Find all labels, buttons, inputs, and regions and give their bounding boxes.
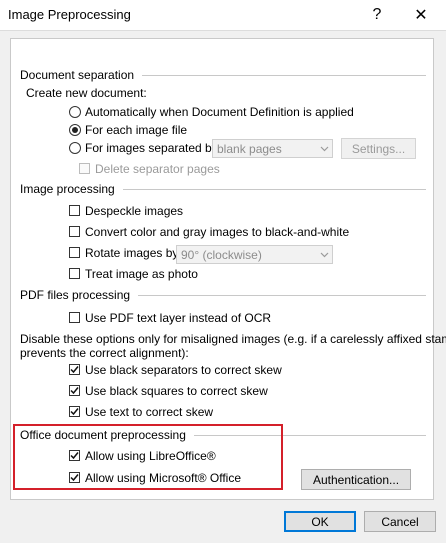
misaligned-note-line1: Disable these options only for misaligne… — [20, 332, 446, 346]
checkmark-icon — [70, 408, 79, 416]
ok-button[interactable]: OK — [284, 511, 356, 532]
authentication-button[interactable]: Authentication... — [301, 469, 411, 490]
despeckle-checkbox[interactable] — [69, 205, 80, 216]
convert-bw-label[interactable]: Convert color and gray images to black-a… — [85, 225, 349, 239]
misaligned-note-line2: prevents the correct alignment): — [20, 346, 189, 360]
radio-separated-by[interactable] — [69, 142, 81, 154]
delete-separator-checkbox[interactable] — [79, 163, 90, 174]
treat-photo-label[interactable]: Treat image as photo — [85, 267, 198, 281]
treat-photo-checkbox[interactable] — [69, 268, 80, 279]
separator-select[interactable]: blank pages — [212, 139, 333, 158]
rotate-label[interactable]: Rotate images by — [85, 246, 178, 260]
section-image-processing: Image processing — [20, 182, 426, 196]
highlight-box — [13, 424, 283, 490]
section-title: PDF files processing — [20, 288, 131, 302]
radio-separated-by-label[interactable]: For images separated by — [85, 141, 218, 155]
checkmark-icon — [70, 366, 79, 374]
create-new-document-label: Create new document: — [26, 86, 147, 100]
text-skew-label[interactable]: Use text to correct skew — [85, 405, 213, 419]
radio-automatically[interactable] — [69, 106, 81, 118]
delete-separator-label[interactable]: Delete separator pages — [95, 162, 220, 176]
black-squares-label[interactable]: Use black squares to correct skew — [85, 384, 268, 398]
checkmark-icon — [70, 387, 79, 395]
rotate-checkbox[interactable] — [69, 247, 80, 258]
section-pdf-processing: PDF files processing — [20, 288, 426, 302]
close-button[interactable]: ✕ — [406, 4, 436, 26]
cancel-button[interactable]: Cancel — [364, 511, 436, 532]
title-bar: Image Preprocessing ? ✕ — [0, 0, 446, 30]
rotate-select-value: 90° (clockwise) — [181, 247, 262, 262]
black-separators-label[interactable]: Use black separators to correct skew — [85, 363, 282, 377]
chevron-down-icon — [316, 146, 332, 152]
section-title: Image processing — [20, 182, 115, 196]
text-skew-checkbox[interactable] — [69, 406, 80, 417]
radio-selected-dot — [72, 127, 78, 133]
window-title: Image Preprocessing — [8, 7, 131, 22]
rotate-select[interactable]: 90° (clockwise) — [176, 245, 333, 264]
black-separators-checkbox[interactable] — [69, 364, 80, 375]
pdf-text-layer-checkbox[interactable] — [69, 312, 80, 323]
chevron-down-icon — [316, 252, 332, 258]
help-button[interactable]: ? — [362, 4, 392, 26]
radio-each-image-file-label[interactable]: For each image file — [85, 123, 187, 137]
black-squares-checkbox[interactable] — [69, 385, 80, 396]
pdf-text-layer-label[interactable]: Use PDF text layer instead of OCR — [85, 311, 271, 325]
radio-each-image-file[interactable] — [69, 124, 81, 136]
separator-select-value: blank pages — [217, 141, 282, 156]
section-document-separation: Document separation — [20, 68, 426, 82]
radio-automatically-label[interactable]: Automatically when Document Definition i… — [85, 105, 354, 119]
despeckle-label[interactable]: Despeckle images — [85, 204, 183, 218]
section-title: Document separation — [20, 68, 135, 82]
convert-bw-checkbox[interactable] — [69, 226, 80, 237]
settings-button[interactable]: Settings... — [341, 138, 416, 159]
